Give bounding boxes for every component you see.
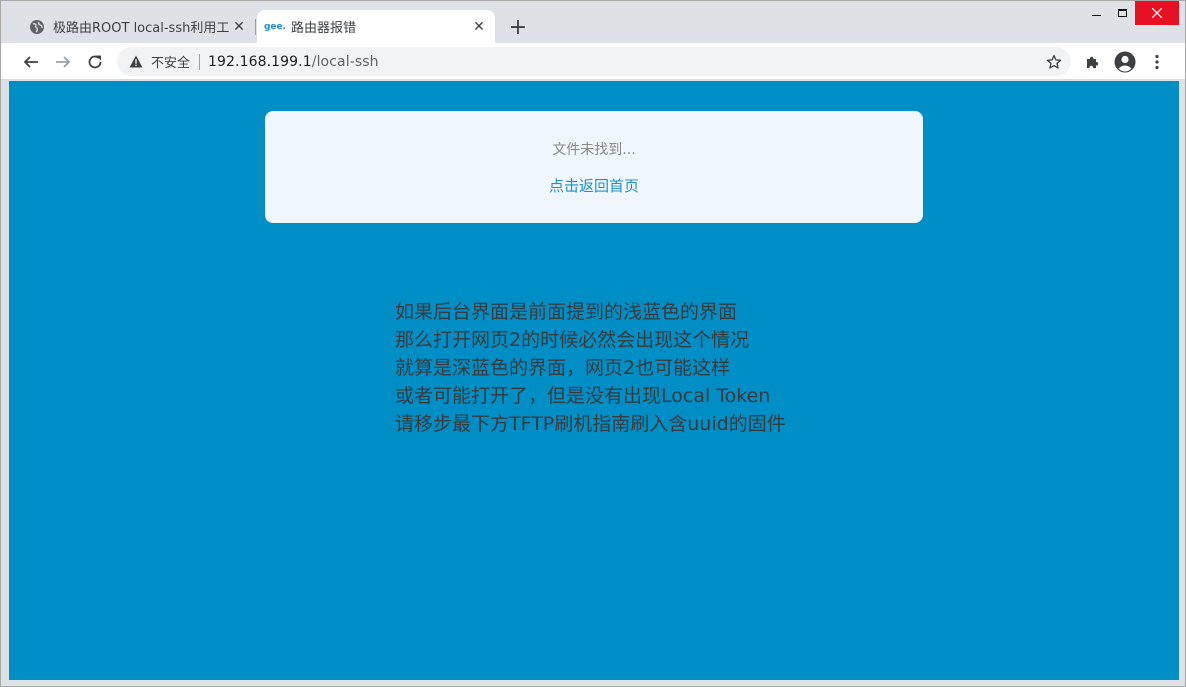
close-tab-icon[interactable]: ✕: [469, 17, 489, 37]
tab-router-error[interactable]: gee. 路由器报错 ✕: [257, 10, 495, 43]
new-tab-button[interactable]: +: [506, 16, 530, 40]
menu-button[interactable]: [1143, 48, 1171, 76]
close-tab-icon[interactable]: ✕: [229, 17, 249, 37]
bookmark-star-icon[interactable]: [1045, 53, 1063, 71]
url-host: 192.168.199.1: [208, 53, 312, 70]
minimize-icon: [1091, 14, 1101, 16]
close-icon: [1152, 8, 1162, 18]
note-line: 请移步最下方TFTP刷机指南刷入含uuid的固件: [395, 413, 786, 435]
error-message: 文件未找到...: [552, 142, 636, 158]
globe-icon: [29, 19, 45, 35]
extensions-button[interactable]: [1079, 48, 1107, 76]
url-path: /local-ssh: [311, 53, 379, 70]
maximize-icon: [1117, 9, 1127, 17]
note-line: 那么打开网页2的时候必然会出现这个情况: [395, 329, 750, 351]
tab-title: 极路由ROOT local-ssh利用工具: [53, 21, 229, 36]
profile-button[interactable]: [1111, 48, 1139, 76]
forward-arrow-icon: [56, 56, 71, 68]
gee-logo-icon: gee.: [263, 21, 287, 32]
maximize-button[interactable]: [1107, 1, 1137, 25]
reload-button[interactable]: [81, 48, 109, 76]
note-line: 如果后台界面是前面提到的浅蓝色的界面: [395, 301, 738, 323]
omnibox-divider: [199, 53, 201, 70]
puzzle-icon: [1087, 56, 1099, 68]
back-arrow-icon: [23, 56, 38, 68]
home-link[interactable]: 点击返回首页: [265, 175, 923, 196]
tab-strip: 极路由ROOT local-ssh利用工具 ✕ gee. 路由器报错 ✕ +: [1, 1, 1185, 43]
note-line: 就算是深蓝色的界面，网页2也可能这样: [395, 357, 731, 379]
toolbar: 不安全 192.168.199.1/local-ssh: [1, 43, 1185, 80]
more-vert-icon: [1155, 54, 1159, 70]
reload-icon: [88, 55, 102, 69]
back-button[interactable]: [17, 48, 45, 76]
home-link-text[interactable]: 点击返回首页: [549, 177, 639, 195]
browser-window: 极路由ROOT local-ssh利用工具 ✕ gee. 路由器报错 ✕ + 不…: [0, 0, 1186, 687]
tab-local-ssh-tool[interactable]: 极路由ROOT local-ssh利用工具 ✕: [19, 10, 255, 43]
security-label[interactable]: 不安全: [151, 52, 190, 71]
address-bar[interactable]: 不安全 192.168.199.1/local-ssh: [117, 47, 1071, 76]
window-close-button[interactable]: [1135, 1, 1179, 25]
page-viewport: 文件未找到... 点击返回首页 如果后台界面是前面提到的浅蓝色的界面 那么打开网…: [9, 81, 1179, 680]
warning-icon[interactable]: [128, 54, 144, 70]
note-line: 或者可能打开了，但是没有出现Local Token: [395, 385, 771, 407]
instruction-note: 如果后台界面是前面提到的浅蓝色的界面 那么打开网页2的时候必然会出现这个情况 就…: [395, 298, 855, 438]
tab-title: 路由器报错: [291, 21, 357, 36]
url-text[interactable]: 192.168.199.1/local-ssh: [208, 54, 379, 70]
error-card: 文件未找到... 点击返回首页: [265, 111, 923, 223]
avatar-icon: [1114, 51, 1136, 73]
tab-separator: [255, 19, 256, 35]
forward-button[interactable]: [49, 48, 77, 76]
